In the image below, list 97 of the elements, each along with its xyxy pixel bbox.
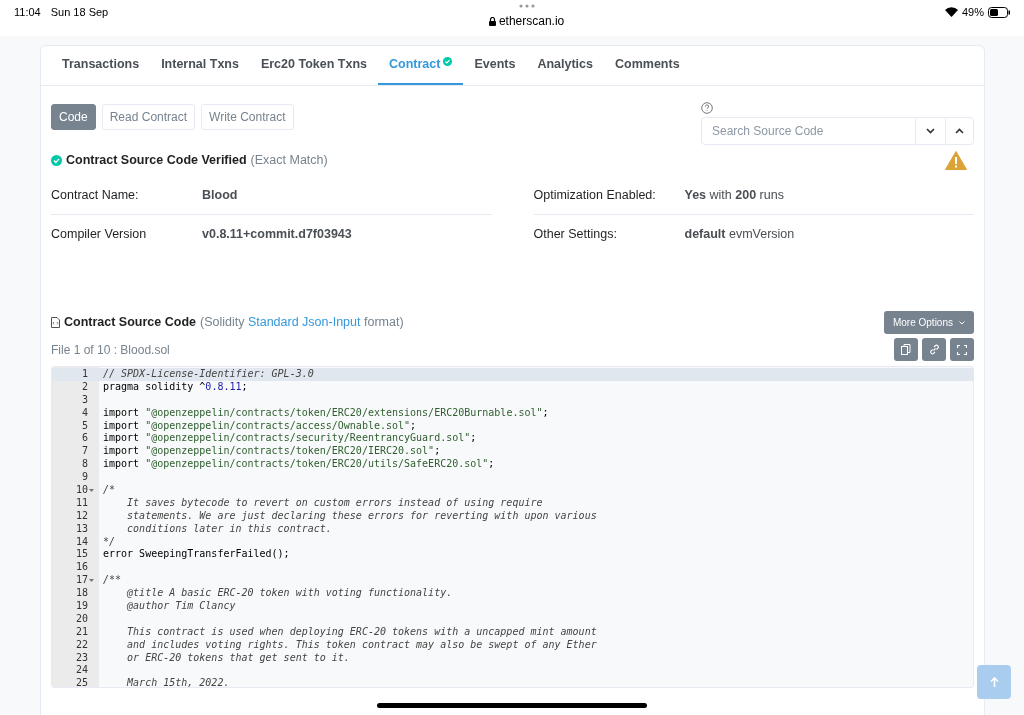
fold-caret-icon[interactable] xyxy=(89,579,94,583)
line-number: 13 xyxy=(75,522,88,536)
code-line: import "@openzeppelin/contracts/token/ERC20/IERC20.sol"; xyxy=(102,445,441,459)
detail-value: v0.8.11+commit.d7f03943 xyxy=(202,226,352,244)
status-date: Sun 18 Sep xyxy=(50,5,109,20)
source-format-note: (Solidity Standard Json-Input format) xyxy=(199,314,404,332)
line-number: 23 xyxy=(75,651,88,665)
verified-title: Contract Source Code Verified xyxy=(66,152,247,170)
line-number: 16 xyxy=(75,561,88,575)
line-number: 3 xyxy=(81,393,88,407)
check-circle-icon xyxy=(51,155,62,166)
line-number: 10 xyxy=(75,484,88,497)
link-icon xyxy=(928,344,940,355)
chevron-up-icon xyxy=(955,128,964,134)
detail-label: Contract Name: xyxy=(51,186,140,204)
line-number: 6 xyxy=(81,432,88,446)
line-number: 12 xyxy=(75,509,88,523)
file-code-icon xyxy=(51,317,60,328)
code-line: pragma solidity ^0.8.11; xyxy=(102,380,248,394)
code-line: @title A basic ERC-20 token with voting functionality. xyxy=(126,587,453,601)
code-line: import "@openzeppelin/contracts/token/ERC20/extensions/ERC20Burnable.sol"; xyxy=(102,406,549,420)
file-label: File 1 of 10 : Blood.sol xyxy=(51,341,170,359)
code-line: conditions later in this contract. xyxy=(126,522,332,536)
battery-icon xyxy=(988,6,1010,18)
code-line: or ERC-20 tokens that get sent to it. xyxy=(126,651,350,665)
code-line: and includes voting rights. This token contract may also be swept of any Ether xyxy=(126,638,597,652)
code-line: statements. We are just declaring these errors for reverting with upon various xyxy=(126,509,597,523)
line-number: 1 xyxy=(81,368,88,381)
line-number: 18 xyxy=(75,587,88,601)
nav-tab[interactable]: Comments xyxy=(604,46,691,85)
link-button[interactable] xyxy=(922,338,946,361)
detail-label: Optimization Enabled: xyxy=(533,186,657,204)
line-number: 2 xyxy=(81,380,88,394)
detail-label: Other Settings: xyxy=(533,226,618,244)
copy-icon xyxy=(901,344,911,355)
more-options-button[interactable]: More Options xyxy=(883,311,974,334)
verified-note: (Exact Match) xyxy=(250,152,328,170)
nav-tab[interactable]: Analytics xyxy=(526,46,604,85)
status-time: 11:04 xyxy=(14,5,41,20)
fold-caret-icon[interactable] xyxy=(89,488,94,492)
code-line: This contract is used when deploying ERC-20 tokens with a uncapped mint amount xyxy=(126,625,597,639)
code-line: March 15th, 2022. xyxy=(125,677,230,687)
code-line: */ xyxy=(102,535,116,549)
code-view-tab[interactable]: Write Contract xyxy=(201,104,294,130)
line-number: 15 xyxy=(75,548,88,562)
code-line: /* xyxy=(102,484,116,497)
line-number: 5 xyxy=(81,419,88,433)
detail-value: default evmVersion xyxy=(684,226,795,244)
line-number: 4 xyxy=(81,406,88,420)
more-dots-icon[interactable] xyxy=(518,4,535,8)
code-line: It saves bytecode to revert on custom errors instead of using require xyxy=(126,496,543,510)
warning-icon[interactable] xyxy=(945,151,967,170)
nav-tab[interactable]: Events xyxy=(463,46,527,85)
line-number: 22 xyxy=(75,638,88,652)
detail-label: Compiler Version xyxy=(51,226,148,244)
code-line: error SweepingTransferFailed(); xyxy=(102,548,290,562)
search-up-button[interactable] xyxy=(945,117,974,145)
search-field[interactable]: Search Source Code xyxy=(701,117,916,145)
wifi-icon xyxy=(944,7,958,18)
chevron-down-icon xyxy=(926,128,935,134)
code-line: import "@openzeppelin/contracts/security/ReentrancyGuard.sol"; xyxy=(102,432,477,446)
line-number: 9 xyxy=(81,471,88,485)
line-number: 20 xyxy=(75,612,88,626)
code-line: // SPDX-License-Identifier: GPL-3.0 xyxy=(102,368,314,381)
code-editor[interactable] xyxy=(51,366,974,688)
code-view-tab[interactable]: Code xyxy=(51,104,96,130)
detail-value: Blood xyxy=(202,186,238,204)
code-view-tab[interactable]: Read Contract xyxy=(101,104,196,130)
code-line: @author Tim Clancy xyxy=(126,600,236,613)
search-down-button[interactable] xyxy=(916,117,945,145)
line-number: 17 xyxy=(75,574,88,588)
code-line: import "@openzeppelin/contracts/token/ERC20/utils/SafeERC20.sol"; xyxy=(102,458,495,472)
code-line: import "@openzeppelin/contracts/access/Ownable.sol"; xyxy=(102,419,417,433)
url-text[interactable]: etherscan.io xyxy=(498,12,565,30)
chevron-down-icon xyxy=(959,320,965,325)
line-number: 8 xyxy=(81,458,88,472)
nav-tab[interactable]: Internal Txns xyxy=(150,46,250,85)
nav-tab[interactable]: Transactions xyxy=(51,46,151,85)
line-number: 11 xyxy=(75,496,88,510)
line-number: 19 xyxy=(75,600,88,613)
check-circle-icon xyxy=(443,57,453,66)
lock-icon xyxy=(488,16,496,26)
battery-percent: 49% xyxy=(961,5,984,20)
help-icon[interactable] xyxy=(701,102,713,114)
detail-value: Yes with 200 runs xyxy=(684,186,784,204)
line-number: 14 xyxy=(75,535,88,549)
line-number: 7 xyxy=(81,445,88,459)
fullscreen-button[interactable] xyxy=(950,338,974,361)
copy-button[interactable] xyxy=(894,338,918,361)
arrow-up-icon xyxy=(989,677,999,687)
line-number: 24 xyxy=(75,664,88,678)
fullscreen-icon xyxy=(957,344,967,355)
line-number: 25 xyxy=(75,677,88,687)
source-code-title: Contract Source Code xyxy=(64,314,196,332)
code-line: /** xyxy=(102,574,122,588)
nav-tab[interactable]: Erc20 Token Txns xyxy=(249,46,378,85)
line-number: 21 xyxy=(75,625,88,639)
